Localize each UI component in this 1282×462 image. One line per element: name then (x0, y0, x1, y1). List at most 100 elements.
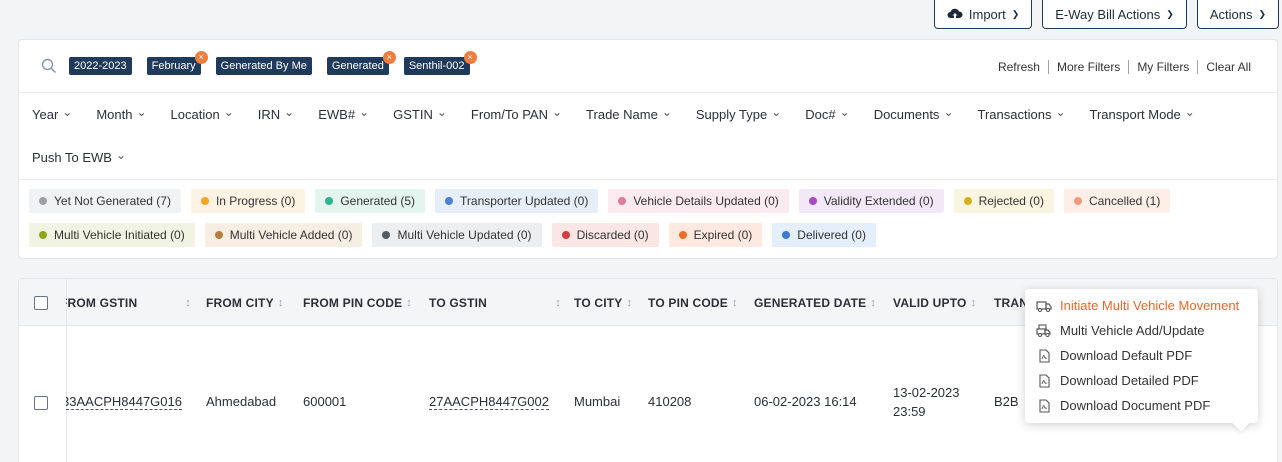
import-button[interactable]: Import ❯ (933, 0, 1033, 29)
filter-dropdown-trade-name[interactable]: Trade Name ⌄ (586, 93, 684, 136)
sort-icon[interactable]: ↕ (971, 297, 977, 309)
truck-icon (1036, 299, 1052, 313)
status-label: Cancelled (1) (1088, 194, 1161, 208)
sort-icon[interactable]: ↕ (185, 297, 191, 309)
status-filter[interactable]: Multi Vehicle Added (0) (204, 223, 363, 247)
cell-from-gstin[interactable]: 33AACPH8447G016 (66, 394, 182, 410)
status-filter[interactable]: Generated (5) (315, 189, 426, 213)
status-filter[interactable]: Multi Vehicle Initiated (0) (29, 223, 195, 247)
cell-trans: B2B (994, 394, 1019, 409)
pdf-icon (1036, 373, 1052, 388)
filter-dropdown-year[interactable]: Year ⌄ (32, 93, 84, 136)
header-from-city[interactable]: FROM CITY ↕ (206, 279, 284, 326)
header-to-city[interactable]: TO CITY ↕ (574, 279, 632, 326)
status-dot (618, 197, 627, 205)
sort-icon[interactable]: ↕ (627, 297, 633, 309)
filter-dropdown-documents[interactable]: Documents ⌄ (874, 93, 966, 136)
filter-dropdown-supply-type[interactable]: Supply Type ⌄ (696, 93, 793, 136)
header-from-pin[interactable]: FROM PIN CODE ↕ (303, 279, 412, 326)
status-filter[interactable]: Expired (0) (668, 223, 763, 247)
status-dot (200, 197, 209, 205)
filter-dropdown-from-to-pan[interactable]: From/To PAN ⌄ (471, 93, 574, 136)
menu-item-initiate-multi-vehicle-movement[interactable]: Initiate Multi Vehicle Movement (1025, 293, 1258, 318)
header-to-pin[interactable]: TO PIN CODE ↕ (648, 279, 738, 326)
sort-icon[interactable]: ↕ (278, 297, 284, 309)
filter-dropdown-transactions[interactable]: Transactions ⌄ (978, 93, 1078, 136)
menu-item-download-detailed-pdf[interactable]: Download Detailed PDF (1025, 368, 1258, 393)
menu-item-multi-vehicle-add-update[interactable]: Multi Vehicle Add/Update (1025, 318, 1258, 343)
menu-item-download-document-pdf[interactable]: Download Document PDF (1025, 393, 1258, 418)
filter-panel: 2022-2023 February × Generated By Me Generat… (18, 39, 1278, 259)
more-filters-link[interactable]: More Filters (1049, 60, 1128, 74)
status-filter[interactable]: Rejected (0) (953, 189, 1054, 213)
chevron-down-icon: ⌄ (115, 147, 127, 162)
status-label: In Progress (0) (215, 194, 296, 208)
filter-chip-label: Senthil-002 (408, 60, 465, 72)
my-filters-link[interactable]: My Filters (1129, 60, 1197, 74)
filter-dropdown-month[interactable]: Month ⌄ (96, 93, 158, 136)
sort-icon[interactable]: ↕ (732, 297, 738, 309)
row-checkbox[interactable] (34, 396, 48, 410)
chevron-down-icon: ❯ (1166, 8, 1174, 19)
status-dot (214, 231, 223, 239)
header-to-gstin[interactable]: TO GSTIN ↕ (429, 279, 561, 326)
cell-valid-upto-time: 23:59 (893, 404, 926, 419)
menu-item-download-default-pdf[interactable]: Download Default PDF (1025, 343, 1258, 368)
dropdown-label: Supply Type (695, 107, 768, 122)
header-generated-date[interactable]: GENERATED DATE ↕ (754, 279, 876, 326)
menu-item-label: Download Detailed PDF (1060, 373, 1199, 388)
dropdown-label: Doc# (805, 107, 836, 122)
filter-dropdown-doc[interactable]: Doc# ⌄ (805, 93, 861, 136)
status-filter[interactable]: Vehicle Details Updated (0) (608, 189, 789, 213)
status-dot (782, 231, 791, 239)
status-filter[interactable]: Discarded (0) (551, 223, 659, 247)
status-filter[interactable]: Delivered (0) (772, 223, 876, 247)
remove-chip-icon[interactable]: × (463, 51, 477, 64)
actions-button[interactable]: Actions ❯ (1196, 0, 1279, 29)
status-filter[interactable]: Multi Vehicle Updated (0) (372, 223, 542, 247)
menu-item-label: Initiate Multi Vehicle Movement (1060, 298, 1240, 313)
filter-chip: Senthil-002 × (403, 51, 477, 75)
menu-item-label: Multi Vehicle Add/Update (1060, 323, 1205, 338)
filter-dropdown-push-to-ewb[interactable]: Push To EWB ⌄ (32, 136, 138, 179)
dropdown-label: Transport Mode (1089, 107, 1181, 122)
status-dot (39, 197, 47, 205)
remove-chip-icon[interactable]: × (194, 51, 208, 64)
status-dot (445, 197, 454, 205)
status-filter[interactable]: Validity Extended (0) (798, 189, 944, 213)
cell-to-gstin[interactable]: 27AACPH8447G002 (429, 394, 549, 410)
top-actions: Import ❯ E-Way Bill Actions ❯ Actions ❯ (933, 0, 1279, 29)
status-filter[interactable]: In Progress (0) (190, 189, 306, 213)
dropdown-label: Month (96, 107, 133, 122)
header-from-gstin[interactable]: FROM GSTIN ↕ (66, 279, 191, 326)
status-filter[interactable]: Yet Not Generated (7) (29, 189, 181, 213)
filter-dropdown-transport-mode[interactable]: Transport Mode ⌄ (1090, 93, 1207, 136)
sort-icon[interactable]: ↕ (870, 297, 876, 309)
filter-dropdown-gstin[interactable]: GSTIN ⌄ (393, 93, 459, 136)
header-valid-upto[interactable]: VALID UPTO ↕ (893, 279, 976, 326)
sort-icon[interactable]: ↕ (406, 297, 412, 309)
cell-from-pin: 600001 (303, 394, 347, 409)
clear-all-link[interactable]: Clear All (1198, 60, 1259, 74)
pdf-icon (1036, 348, 1052, 363)
remove-chip-icon[interactable]: × (382, 51, 396, 64)
refresh-link[interactable]: Refresh (990, 60, 1048, 74)
status-dot (325, 197, 334, 205)
status-filter[interactable]: Transporter Updated (0) (435, 189, 599, 213)
header-trans[interactable]: TRAN (994, 279, 1028, 326)
chevron-down-icon: ⌄ (839, 104, 850, 119)
status-filter[interactable]: Cancelled (1) (1063, 189, 1171, 213)
filter-links: Refresh More Filters My Filters Clear Al… (990, 40, 1259, 93)
table-row-checkbox-cell (34, 396, 48, 410)
filter-dropdown-ewb[interactable]: EWB# ⌄ (318, 93, 381, 136)
actions-label: Actions (1209, 6, 1253, 22)
dropdown-label: EWB# (318, 107, 356, 122)
status-label: Multi Vehicle Added (0) (229, 228, 353, 242)
eway-bill-actions-button[interactable]: E-Way Bill Actions ❯ (1042, 0, 1187, 29)
sort-icon[interactable]: ↕ (555, 297, 561, 309)
select-all-checkbox[interactable] (34, 295, 48, 310)
filter-dropdown-irn[interactable]: IRN ⌄ (258, 93, 306, 136)
chevron-down-icon: ⌄ (661, 104, 672, 119)
filter-dropdown-location[interactable]: Location ⌄ (171, 93, 246, 136)
search-icon[interactable] (41, 58, 57, 74)
